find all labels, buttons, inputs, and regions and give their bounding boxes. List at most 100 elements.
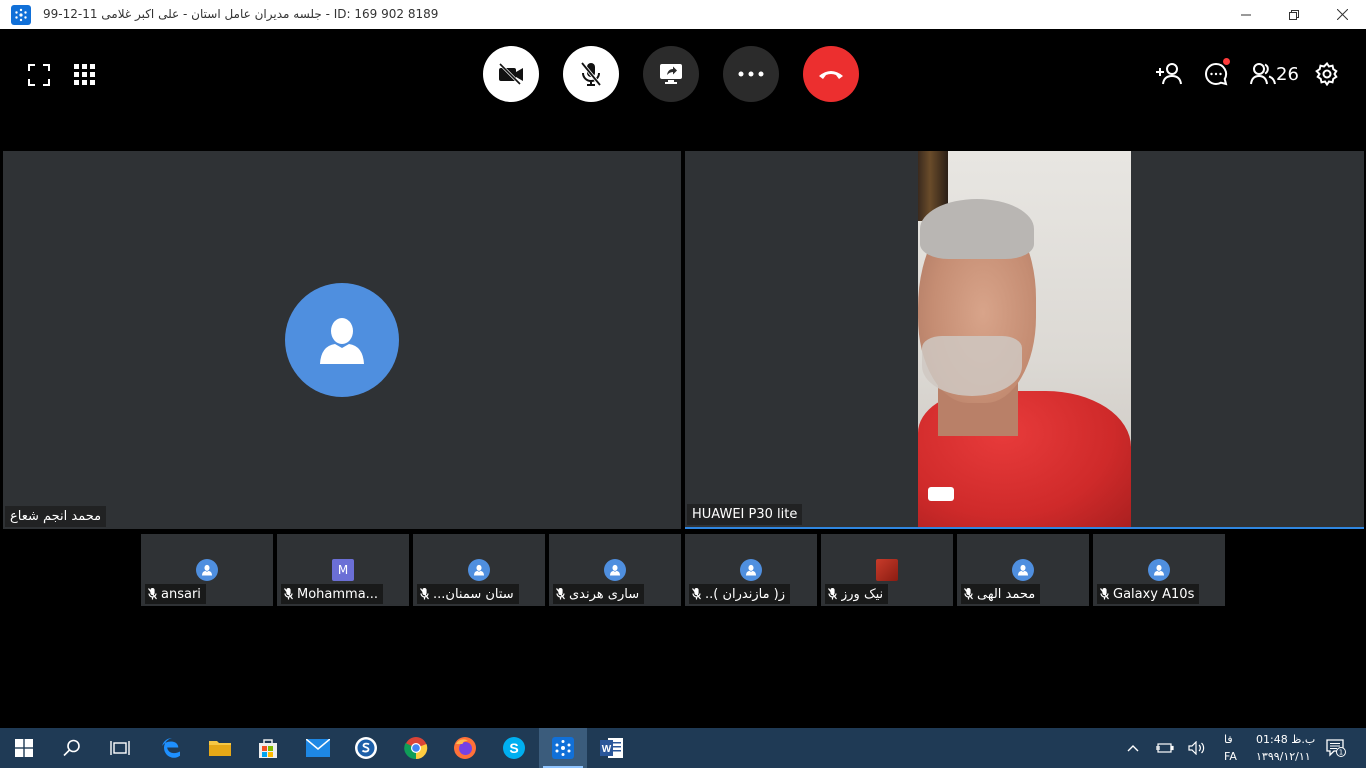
participant-name: HUAWEI P30 lite <box>687 504 803 525</box>
taskbar-firefox[interactable] <box>441 728 489 768</box>
edge-browser-icon <box>162 738 180 758</box>
participant-name: ..ز( مازندران ) <box>705 586 786 602</box>
participants-count[interactable]: 26 <box>1276 64 1299 85</box>
taskbar-edge[interactable] <box>148 728 196 768</box>
more-options-button[interactable] <box>723 46 779 102</box>
add-participant-icon[interactable] <box>1156 62 1184 90</box>
close-window-button[interactable] <box>1319 0 1365 29</box>
windows-taskbar: S W فا FA 01:48 ب.ظ ۱۳۹۹/۱۲/۱۱ 1 <box>0 728 1366 768</box>
participant-name: ...ستان سمنان <box>433 586 514 602</box>
mic-muted-icon <box>284 588 293 600</box>
taskbar-chrome[interactable] <box>392 728 440 768</box>
mic-muted-icon <box>148 588 157 600</box>
participants-icon[interactable] <box>1250 62 1276 90</box>
participant-name: Mohamma... <box>297 586 379 602</box>
screen-share-button[interactable] <box>643 46 699 102</box>
app-s-icon <box>355 737 377 759</box>
participant-thumbnail[interactable]: ساری هرندی <box>549 534 681 606</box>
avatar-letter: M <box>332 559 354 581</box>
window-title: 99-12-11 جلسه مدیران عامل استان - علی اک… <box>43 7 439 21</box>
shirt-logo-icon <box>928 487 954 501</box>
folder-icon <box>209 741 231 756</box>
participant-name: نیک ورز <box>841 586 884 602</box>
mic-muted-icon <box>692 588 701 600</box>
chat-notification-dot <box>1223 58 1230 65</box>
input-language-fa[interactable]: فا <box>1224 733 1233 746</box>
participant-tile-main-left[interactable]: محمد انجم شعاع <box>3 151 681 529</box>
restore-button[interactable] <box>1271 0 1317 29</box>
video-toggle-button[interactable] <box>483 46 539 102</box>
taskbar-store[interactable] <box>244 728 292 768</box>
person-icon <box>201 564 213 576</box>
participant-thumbnail[interactable]: Galaxy A10s <box>1093 534 1225 606</box>
more-dots-icon <box>738 71 764 77</box>
minimize-button[interactable] <box>1223 0 1269 29</box>
participant-thumbnail[interactable]: ...ستان سمنان <box>413 534 545 606</box>
hang-up-button[interactable] <box>803 46 859 102</box>
mic-muted-icon <box>556 588 565 600</box>
avatar-photo <box>876 559 898 581</box>
participant-thumbnail[interactable]: ..ز( مازندران ) <box>685 534 817 606</box>
input-language-code[interactable]: FA <box>1224 750 1237 763</box>
settings-gear-icon[interactable] <box>1315 61 1339 90</box>
avatar <box>196 559 218 581</box>
search-icon <box>63 739 80 757</box>
task-view-button[interactable] <box>96 728 144 768</box>
battery-button[interactable] <box>1152 728 1178 768</box>
action-center-button[interactable]: 1 <box>1318 728 1354 768</box>
taskbar-skype[interactable]: S <box>490 728 538 768</box>
participant-tile-main-right[interactable]: HUAWEI P30 lite <box>685 151 1364 529</box>
fullscreen-icon[interactable] <box>28 64 50 90</box>
volume-button[interactable] <box>1184 728 1210 768</box>
grid-view-icon[interactable] <box>74 64 96 90</box>
clock-time[interactable]: 01:48 ب.ظ <box>1256 733 1315 746</box>
taskbar-meeting-app[interactable] <box>539 728 587 768</box>
taskbar-mail[interactable] <box>294 728 342 768</box>
mic-off-icon <box>580 61 602 87</box>
participant-name: ansari <box>161 586 201 602</box>
close-icon <box>1336 9 1348 20</box>
taskbar-file-explorer[interactable] <box>196 728 244 768</box>
notification-count: 1 <box>1339 749 1343 757</box>
person-icon <box>320 318 364 364</box>
participant-name: Galaxy A10s <box>1113 586 1195 602</box>
mic-muted-icon <box>420 588 429 600</box>
task-view-icon <box>110 741 130 755</box>
show-hidden-icons-button[interactable] <box>1120 728 1146 768</box>
chrome-icon <box>404 737 428 760</box>
video-off-icon <box>498 63 523 85</box>
mail-icon <box>306 739 330 757</box>
windows-logo-icon <box>15 739 33 757</box>
search-button[interactable] <box>48 728 96 768</box>
taskbar-app-s[interactable] <box>342 728 390 768</box>
avatar <box>1148 559 1170 581</box>
title-bar: 99-12-11 جلسه مدیران عامل استان - علی اک… <box>0 0 1366 29</box>
participant-thumbnail[interactable]: نیک ورز <box>821 534 953 606</box>
skype-icon: S <box>503 737 525 759</box>
screen-share-icon <box>660 64 682 84</box>
svg-text:W: W <box>602 744 612 755</box>
clock-date[interactable]: ۱۳۹۹/۱۲/۱۱ <box>1256 750 1311 763</box>
restore-icon <box>1289 9 1299 20</box>
app-logo-icon <box>11 5 31 25</box>
participant-name: ساری هرندی <box>569 586 640 602</box>
avatar <box>468 559 490 581</box>
participant-name: محمد الهی <box>977 586 1036 602</box>
participant-thumbnail[interactable]: ansari <box>141 534 273 606</box>
chat-icon[interactable] <box>1204 62 1228 90</box>
participant-thumbnail[interactable]: M Mohamma... <box>277 534 409 606</box>
word-icon: W <box>600 738 623 758</box>
person-icon <box>609 564 621 576</box>
participant-name: محمد انجم شعاع <box>5 506 107 527</box>
firefox-icon <box>454 737 476 759</box>
chevron-up-icon <box>1127 745 1139 752</box>
speaker-icon <box>1188 741 1205 755</box>
participant-thumbnail[interactable]: محمد الهی <box>957 534 1089 606</box>
hang-up-icon <box>819 71 843 79</box>
person-icon <box>1153 564 1165 576</box>
mic-muted-icon <box>828 588 837 600</box>
meeting-app-icon <box>552 737 574 759</box>
mic-toggle-button[interactable] <box>563 46 619 102</box>
start-button[interactable] <box>0 728 48 768</box>
taskbar-word[interactable]: W <box>588 728 636 768</box>
